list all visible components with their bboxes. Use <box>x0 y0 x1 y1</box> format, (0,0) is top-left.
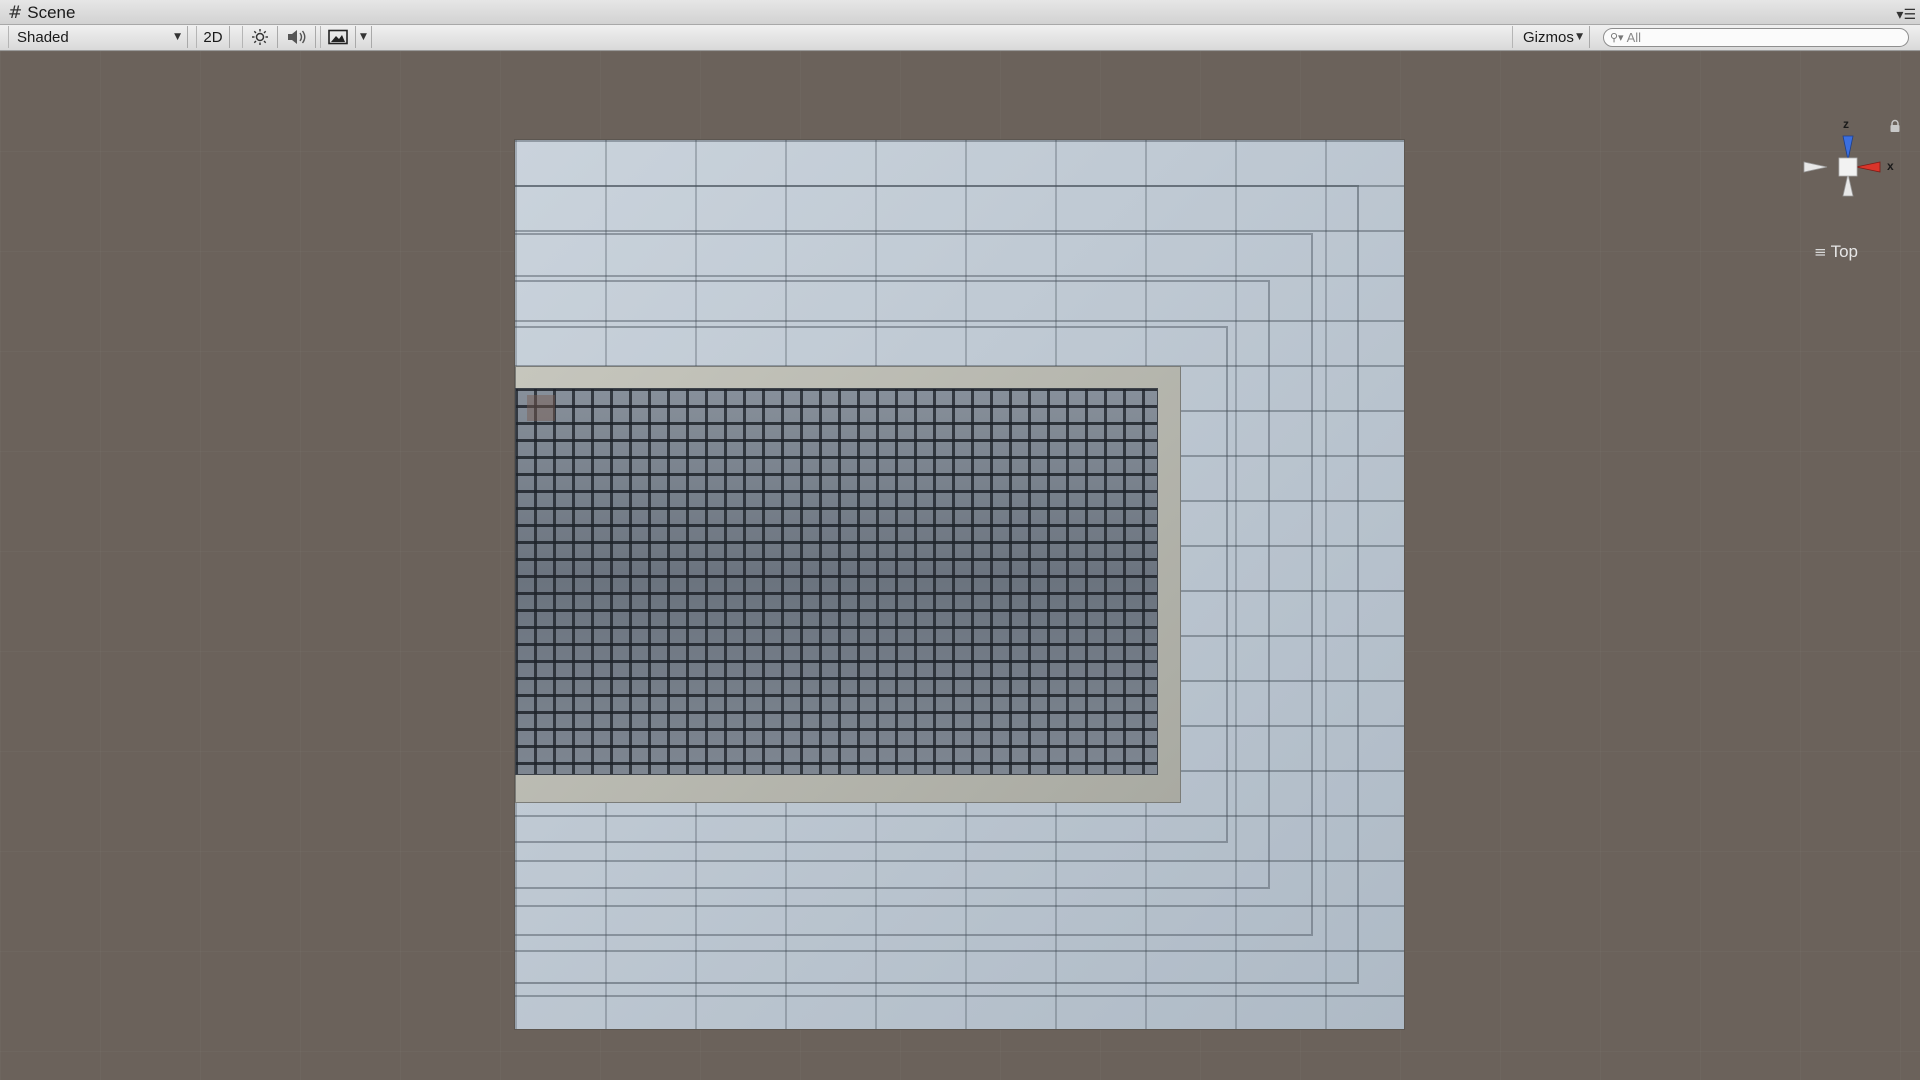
sun-icon <box>252 29 268 45</box>
effects-dropdown[interactable]: ▼ <box>356 26 372 48</box>
hash-grid-icon: # <box>8 3 23 23</box>
chevron-down-icon: ▼ <box>174 32 181 42</box>
axis-label-z: z <box>1843 117 1849 131</box>
view-label[interactable]: ≡ Top <box>1814 242 1858 262</box>
neg-x-axis-cone[interactable] <box>1803 161 1828 173</box>
speaker-icon <box>287 30 305 44</box>
panel-menu-icon[interactable]: ▾☰ <box>1896 8 1916 22</box>
search-input[interactable]: ⚲▾ All <box>1603 28 1909 47</box>
search-placeholder: All <box>1626 30 1642 45</box>
center-cube[interactable] <box>1838 157 1858 177</box>
stain-mark <box>527 395 555 421</box>
x-axis-cone[interactable] <box>1855 161 1881 173</box>
mode-2d-button[interactable]: 2D <box>196 26 230 48</box>
gizmos-label: Gizmos <box>1523 28 1574 46</box>
view-name: Top <box>1830 242 1858 261</box>
chevron-down-icon: ▼ <box>360 32 367 42</box>
tab-scene-label: Scene <box>27 3 76 22</box>
image-icon <box>328 29 348 45</box>
menu-icon: ≡ <box>1814 243 1827 261</box>
effects-toggle[interactable] <box>320 26 356 48</box>
lock-icon[interactable] <box>1888 119 1902 133</box>
axis-label-x: x <box>1887 159 1894 173</box>
gizmos-dropdown[interactable]: Gizmos ▼ <box>1512 26 1590 48</box>
z-axis-cone[interactable] <box>1842 135 1854 161</box>
scene-viewport[interactable]: z x ≡ Top <box>0 51 1920 1080</box>
search-icon: ⚲▾ <box>1610 31 1624 44</box>
tab-scene[interactable]: # Scene <box>8 2 75 24</box>
textured-plane[interactable] <box>515 140 1404 1029</box>
tab-bar: # Scene ▾☰ <box>0 0 1920 25</box>
lighting-toggle[interactable] <box>242 26 278 48</box>
draw-mode-dropdown[interactable]: Shaded ▼ <box>8 26 188 48</box>
audio-toggle[interactable] <box>278 26 316 48</box>
draw-mode-label: Shaded <box>17 28 69 46</box>
scene-toolbar: Shaded ▼ 2D ▼ Gizmos ▼ ⚲▾ All <box>0 25 1920 51</box>
chevron-down-icon: ▼ <box>1576 32 1583 42</box>
mode-2d-label: 2D <box>203 28 223 46</box>
neg-z-axis-cone[interactable] <box>1842 173 1854 197</box>
cobblestone-area <box>515 388 1158 775</box>
scene-window: # Scene ▾☰ Shaded ▼ 2D ▼ Gizmos ▼ ⚲▾ All… <box>0 0 1920 1080</box>
